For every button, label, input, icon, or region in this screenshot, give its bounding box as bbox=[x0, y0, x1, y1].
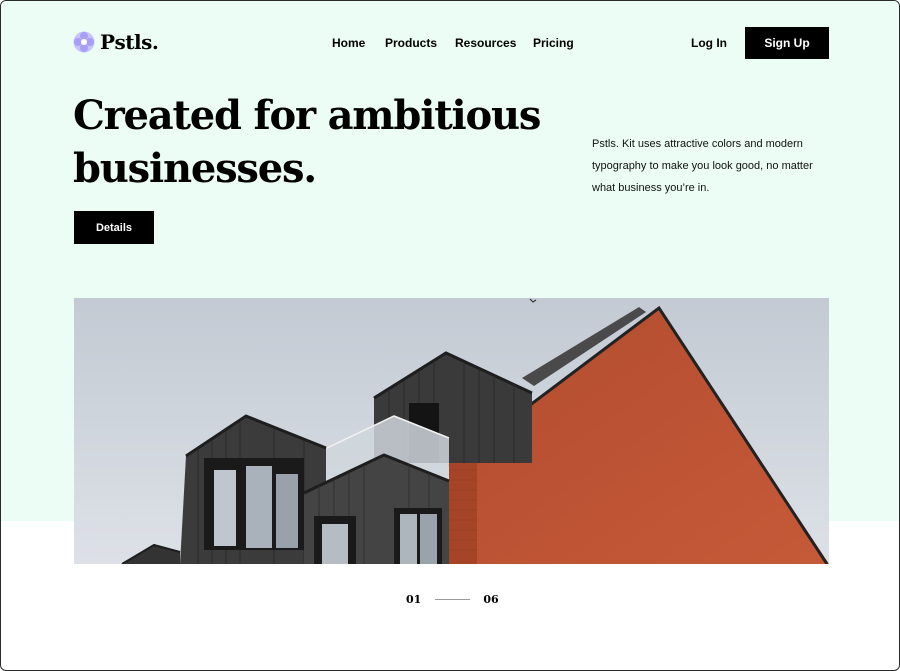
hero-headline-line-2: businesses. bbox=[73, 145, 317, 192]
pager-divider bbox=[435, 599, 471, 600]
login-link[interactable]: Log In bbox=[691, 36, 727, 50]
brand-name: Pstls. bbox=[100, 30, 159, 54]
page-frame: Pstls. Home Products Resources Pricing L… bbox=[0, 0, 900, 671]
hero-headline: Created for ambitious businesses. bbox=[73, 89, 543, 195]
nav-resources[interactable]: Resources bbox=[455, 36, 516, 50]
slide-pager: 01 06 bbox=[406, 593, 499, 606]
pager-total: 06 bbox=[483, 593, 499, 606]
nav-products[interactable]: Products bbox=[385, 36, 437, 50]
details-button[interactable]: Details bbox=[74, 211, 154, 244]
brand-logo[interactable]: Pstls. bbox=[73, 30, 159, 54]
hero-image bbox=[74, 298, 829, 564]
nav-home[interactable]: Home bbox=[332, 36, 365, 50]
building-illustration bbox=[74, 298, 829, 564]
hero-headline-line-1: Created for ambitious bbox=[73, 92, 541, 139]
hero-description: Pstls. Kit uses attractive colors and mo… bbox=[592, 138, 813, 194]
signup-button[interactable]: Sign Up bbox=[745, 27, 829, 59]
pager-current: 01 bbox=[406, 593, 422, 606]
nav-pricing[interactable]: Pricing bbox=[533, 36, 574, 50]
pastel-flower-logo-icon bbox=[73, 31, 95, 53]
